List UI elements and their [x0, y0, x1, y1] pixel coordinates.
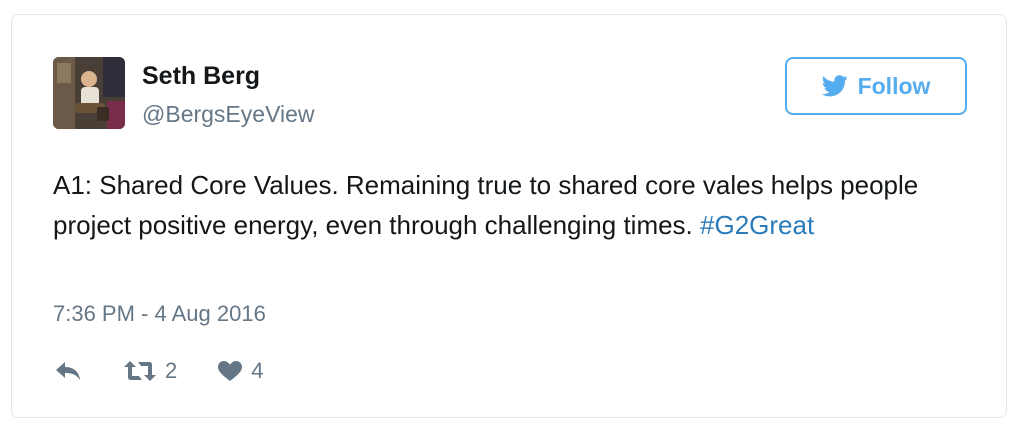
retweet-button[interactable]: 2 [123, 358, 177, 384]
retweet-icon [124, 361, 156, 381]
hashtag-link[interactable]: #G2Great [700, 210, 814, 240]
reply-icon [56, 362, 80, 380]
twitter-bird-icon [821, 75, 848, 97]
follow-label: Follow [857, 72, 931, 99]
follow-button[interactable]: Follow [785, 57, 967, 115]
tweet-actions: 2 4 [53, 355, 264, 387]
heart-icon [218, 361, 243, 381]
avatar-image [53, 57, 125, 129]
tweet-card: Seth Berg @BergsEyeView Follow A1: Share… [11, 14, 1007, 418]
tweet-text: A1: Shared Core Values. Remaining true t… [53, 165, 953, 245]
retweet-count: 2 [165, 358, 178, 383]
like-count: 4 [251, 358, 264, 383]
display-name[interactable]: Seth Berg [142, 62, 260, 91]
user-handle[interactable]: @BergsEyeView [142, 101, 315, 128]
like-button[interactable]: 4 [217, 358, 264, 384]
reply-button[interactable] [53, 360, 83, 382]
avatar[interactable] [53, 57, 125, 129]
tweet-timestamp[interactable]: 7:36 PM - 4 Aug 2016 [53, 301, 266, 327]
